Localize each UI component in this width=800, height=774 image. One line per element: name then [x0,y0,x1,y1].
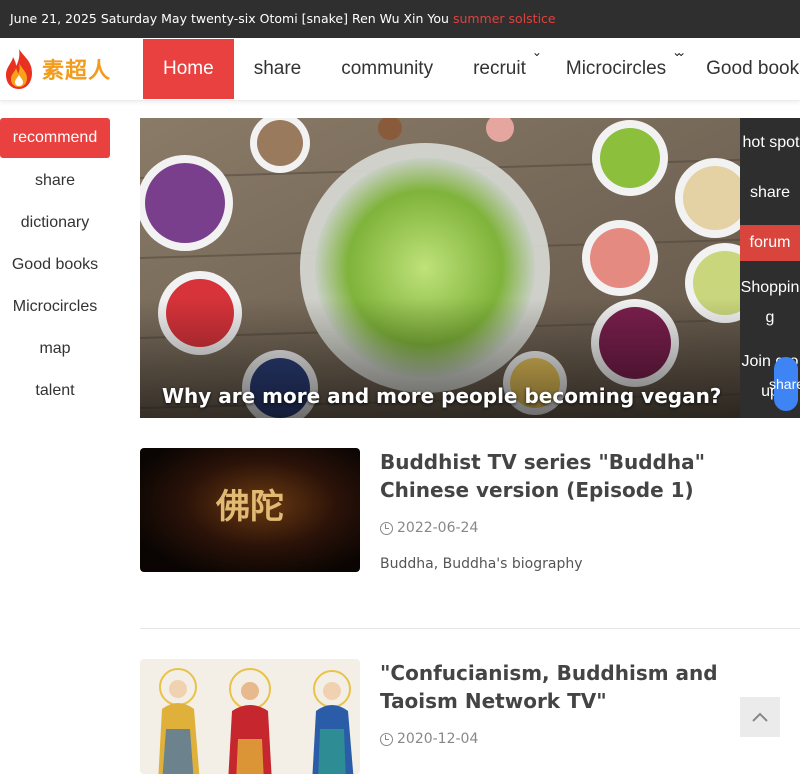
nav-share[interactable]: share [234,39,322,99]
sidebar-item-good-books[interactable]: Good books [0,244,110,286]
solar-term-text: summer solstice [452,11,556,26]
site-logo[interactable]: 素超人 [2,46,132,92]
nav-microcircles-label: Microcircles [565,58,667,79]
top-info-bar: June 21, 2025 Saturday May twenty-six Ot… [0,0,800,38]
nav-home[interactable]: Home [143,39,234,99]
article-tags: Buddha, Buddha's biography [380,556,583,572]
sidebar-item-talent[interactable]: talent [0,370,110,412]
article-item[interactable]: 佛陀 Buddhist TV series "Buddha" Chinese v… [140,448,800,588]
float-item-forum[interactable]: forum [740,225,800,261]
nav-microcircles[interactable]: Microcircles ⌄ [546,39,686,99]
article-item[interactable]: "Confucianism, Buddhism and Taoism Netwo… [140,659,800,774]
logo-text: 素超人 [42,58,112,84]
sidebar-item-share[interactable]: share [0,160,110,202]
article-date: 2020-12-04 [380,731,478,747]
nav-recruit-label: recruit [473,58,526,79]
article-date-text: 2022-06-24 [397,520,479,536]
chevron-down-icon: ⌄ [676,45,687,59]
nav-home-label: Home [163,58,214,79]
share-button[interactable]: share [769,357,800,411]
nav-recruit[interactable]: recruit ⌄ [453,39,546,99]
divider [140,628,800,629]
article-date-text: 2020-12-04 [397,731,479,747]
article-thumbnail[interactable] [140,659,360,774]
category-sidebar: recommend share dictionary Good books Mi… [0,118,110,412]
flame-icon [6,49,32,89]
article-date: 2022-06-24 [380,520,478,536]
article-title[interactable]: Buddhist TV series "Buddha" Chinese vers… [380,448,790,504]
article-title[interactable]: "Confucianism, Buddhism and Taoism Netwo… [380,659,790,715]
sidebar-item-dictionary[interactable]: dictionary [0,202,110,244]
main-nav: Home share community recruit ⌄ Microcircl… [143,39,800,99]
date-text: June 21, 2025 Saturday May twenty-six Ot… [10,11,449,26]
sidebar-item-map[interactable]: map [0,328,110,370]
hero-caption[interactable]: Why are more and more people becoming ve… [162,384,721,408]
nav-share-label: share [253,58,302,79]
chevron-down-icon: ⌄ [531,45,542,59]
hero-banner[interactable]: Why are more and more people becoming ve… [140,118,800,418]
chevron-up-icon [752,712,768,722]
thumb-title-text: 佛陀 [215,487,284,527]
hero-image [140,118,800,418]
nav-community-label: community [341,58,434,79]
nav-good-books-label: Good books [706,58,800,79]
buddha-title-art: 佛陀 [215,487,284,527]
clock-icon [380,521,393,535]
float-item-share[interactable]: share [740,168,800,218]
article-thumbnail[interactable]: 佛陀 [140,448,360,572]
nav-community[interactable]: community [321,39,453,99]
clock-icon [380,732,393,746]
header: 素超人 Home share community recruit ⌄ Microc… [0,38,800,101]
back-to-top-button[interactable] [740,697,780,737]
float-item-shopping[interactable]: Shopping [740,268,800,337]
nav-good-books[interactable]: ⌄ Good books [676,39,800,99]
sidebar-item-microcircles[interactable]: Microcircles [0,286,110,328]
float-item-hot-spot[interactable]: hot spot [740,118,800,168]
three-sages-art [158,668,354,774]
sidebar-item-recommend[interactable]: recommend [0,118,110,158]
